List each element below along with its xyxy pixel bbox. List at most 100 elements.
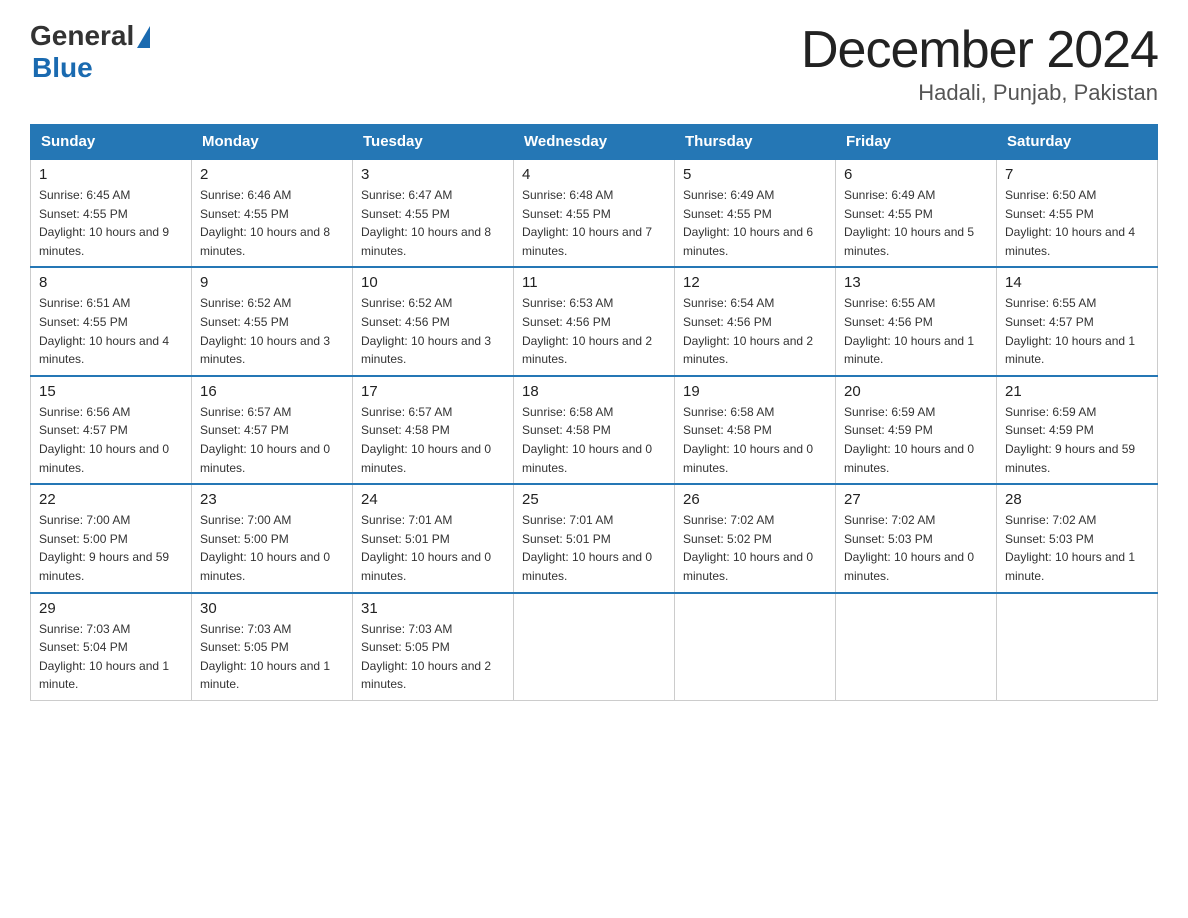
day-number: 5	[683, 166, 827, 183]
day-info: Sunrise: 7:00 AMSunset: 5:00 PMDaylight:…	[200, 513, 330, 583]
logo-triangle-icon	[137, 26, 150, 48]
week-row-3: 15 Sunrise: 6:56 AMSunset: 4:57 PMDaylig…	[31, 376, 1158, 484]
calendar-cell	[675, 593, 836, 701]
calendar-cell: 25 Sunrise: 7:01 AMSunset: 5:01 PMDaylig…	[514, 484, 675, 592]
day-info: Sunrise: 6:59 AMSunset: 4:59 PMDaylight:…	[844, 405, 974, 475]
day-info: Sunrise: 6:52 AMSunset: 4:56 PMDaylight:…	[361, 296, 491, 366]
calendar-cell: 28 Sunrise: 7:02 AMSunset: 5:03 PMDaylig…	[997, 484, 1158, 592]
calendar-cell: 24 Sunrise: 7:01 AMSunset: 5:01 PMDaylig…	[353, 484, 514, 592]
calendar-cell: 30 Sunrise: 7:03 AMSunset: 5:05 PMDaylig…	[192, 593, 353, 701]
day-info: Sunrise: 6:54 AMSunset: 4:56 PMDaylight:…	[683, 296, 813, 366]
day-info: Sunrise: 6:52 AMSunset: 4:55 PMDaylight:…	[200, 296, 330, 366]
day-info: Sunrise: 6:45 AMSunset: 4:55 PMDaylight:…	[39, 188, 169, 258]
logo-general-text: General	[30, 20, 134, 52]
day-info: Sunrise: 6:55 AMSunset: 4:56 PMDaylight:…	[844, 296, 974, 366]
calendar-cell: 4 Sunrise: 6:48 AMSunset: 4:55 PMDayligh…	[514, 159, 675, 267]
calendar-cell	[836, 593, 997, 701]
week-row-1: 1 Sunrise: 6:45 AMSunset: 4:55 PMDayligh…	[31, 159, 1158, 267]
day-info: Sunrise: 6:46 AMSunset: 4:55 PMDaylight:…	[200, 188, 330, 258]
week-row-4: 22 Sunrise: 7:00 AMSunset: 5:00 PMDaylig…	[31, 484, 1158, 592]
day-number: 27	[844, 491, 988, 508]
calendar-cell: 29 Sunrise: 7:03 AMSunset: 5:04 PMDaylig…	[31, 593, 192, 701]
title-block: December 2024 Hadali, Punjab, Pakistan	[801, 20, 1158, 106]
header-tuesday: Tuesday	[353, 125, 514, 160]
day-number: 26	[683, 491, 827, 508]
day-info: Sunrise: 6:47 AMSunset: 4:55 PMDaylight:…	[361, 188, 491, 258]
header-monday: Monday	[192, 125, 353, 160]
calendar-cell: 16 Sunrise: 6:57 AMSunset: 4:57 PMDaylig…	[192, 376, 353, 484]
day-info: Sunrise: 6:58 AMSunset: 4:58 PMDaylight:…	[683, 405, 813, 475]
day-number: 19	[683, 383, 827, 400]
calendar-cell	[514, 593, 675, 701]
day-info: Sunrise: 7:03 AMSunset: 5:04 PMDaylight:…	[39, 622, 169, 692]
day-info: Sunrise: 6:49 AMSunset: 4:55 PMDaylight:…	[683, 188, 813, 258]
calendar-cell: 12 Sunrise: 6:54 AMSunset: 4:56 PMDaylig…	[675, 267, 836, 375]
calendar-cell: 19 Sunrise: 6:58 AMSunset: 4:58 PMDaylig…	[675, 376, 836, 484]
calendar-cell: 22 Sunrise: 7:00 AMSunset: 5:00 PMDaylig…	[31, 484, 192, 592]
calendar-cell: 8 Sunrise: 6:51 AMSunset: 4:55 PMDayligh…	[31, 267, 192, 375]
day-number: 4	[522, 166, 666, 183]
week-row-5: 29 Sunrise: 7:03 AMSunset: 5:04 PMDaylig…	[31, 593, 1158, 701]
calendar-cell: 9 Sunrise: 6:52 AMSunset: 4:55 PMDayligh…	[192, 267, 353, 375]
day-info: Sunrise: 7:03 AMSunset: 5:05 PMDaylight:…	[361, 622, 491, 692]
calendar-cell: 21 Sunrise: 6:59 AMSunset: 4:59 PMDaylig…	[997, 376, 1158, 484]
day-number: 11	[522, 274, 666, 291]
day-number: 14	[1005, 274, 1149, 291]
day-number: 8	[39, 274, 183, 291]
header-saturday: Saturday	[997, 125, 1158, 160]
day-number: 17	[361, 383, 505, 400]
day-number: 30	[200, 600, 344, 617]
day-info: Sunrise: 7:02 AMSunset: 5:02 PMDaylight:…	[683, 513, 813, 583]
day-info: Sunrise: 7:01 AMSunset: 5:01 PMDaylight:…	[522, 513, 652, 583]
day-info: Sunrise: 7:00 AMSunset: 5:00 PMDaylight:…	[39, 513, 169, 583]
day-number: 2	[200, 166, 344, 183]
logo: General Blue	[30, 20, 150, 84]
week-row-2: 8 Sunrise: 6:51 AMSunset: 4:55 PMDayligh…	[31, 267, 1158, 375]
day-number: 21	[1005, 383, 1149, 400]
day-number: 12	[683, 274, 827, 291]
calendar-cell: 2 Sunrise: 6:46 AMSunset: 4:55 PMDayligh…	[192, 159, 353, 267]
calendar-cell: 18 Sunrise: 6:58 AMSunset: 4:58 PMDaylig…	[514, 376, 675, 484]
calendar-cell: 31 Sunrise: 7:03 AMSunset: 5:05 PMDaylig…	[353, 593, 514, 701]
day-number: 24	[361, 491, 505, 508]
calendar-cell: 13 Sunrise: 6:55 AMSunset: 4:56 PMDaylig…	[836, 267, 997, 375]
day-info: Sunrise: 6:57 AMSunset: 4:57 PMDaylight:…	[200, 405, 330, 475]
calendar-table: Sunday Monday Tuesday Wednesday Thursday…	[30, 124, 1158, 701]
day-number: 9	[200, 274, 344, 291]
day-number: 28	[1005, 491, 1149, 508]
day-info: Sunrise: 6:57 AMSunset: 4:58 PMDaylight:…	[361, 405, 491, 475]
calendar-cell: 17 Sunrise: 6:57 AMSunset: 4:58 PMDaylig…	[353, 376, 514, 484]
day-number: 31	[361, 600, 505, 617]
day-info: Sunrise: 6:55 AMSunset: 4:57 PMDaylight:…	[1005, 296, 1135, 366]
calendar-cell: 14 Sunrise: 6:55 AMSunset: 4:57 PMDaylig…	[997, 267, 1158, 375]
calendar-cell: 11 Sunrise: 6:53 AMSunset: 4:56 PMDaylig…	[514, 267, 675, 375]
weekday-header-row: Sunday Monday Tuesday Wednesday Thursday…	[31, 125, 1158, 160]
day-number: 16	[200, 383, 344, 400]
day-number: 13	[844, 274, 988, 291]
day-info: Sunrise: 6:50 AMSunset: 4:55 PMDaylight:…	[1005, 188, 1135, 258]
day-number: 18	[522, 383, 666, 400]
header-friday: Friday	[836, 125, 997, 160]
day-info: Sunrise: 7:02 AMSunset: 5:03 PMDaylight:…	[1005, 513, 1135, 583]
calendar-title: December 2024	[801, 20, 1158, 80]
calendar-cell: 10 Sunrise: 6:52 AMSunset: 4:56 PMDaylig…	[353, 267, 514, 375]
day-number: 20	[844, 383, 988, 400]
day-number: 7	[1005, 166, 1149, 183]
calendar-cell: 7 Sunrise: 6:50 AMSunset: 4:55 PMDayligh…	[997, 159, 1158, 267]
day-info: Sunrise: 6:48 AMSunset: 4:55 PMDaylight:…	[522, 188, 652, 258]
day-info: Sunrise: 6:53 AMSunset: 4:56 PMDaylight:…	[522, 296, 652, 366]
day-number: 6	[844, 166, 988, 183]
header-thursday: Thursday	[675, 125, 836, 160]
header-wednesday: Wednesday	[514, 125, 675, 160]
calendar-location: Hadali, Punjab, Pakistan	[801, 80, 1158, 106]
day-info: Sunrise: 6:51 AMSunset: 4:55 PMDaylight:…	[39, 296, 169, 366]
calendar-cell: 6 Sunrise: 6:49 AMSunset: 4:55 PMDayligh…	[836, 159, 997, 267]
calendar-cell: 23 Sunrise: 7:00 AMSunset: 5:00 PMDaylig…	[192, 484, 353, 592]
day-info: Sunrise: 7:03 AMSunset: 5:05 PMDaylight:…	[200, 622, 330, 692]
logo-blue-text: Blue	[32, 52, 93, 83]
calendar-cell: 15 Sunrise: 6:56 AMSunset: 4:57 PMDaylig…	[31, 376, 192, 484]
calendar-cell: 5 Sunrise: 6:49 AMSunset: 4:55 PMDayligh…	[675, 159, 836, 267]
day-info: Sunrise: 6:59 AMSunset: 4:59 PMDaylight:…	[1005, 405, 1135, 475]
day-number: 1	[39, 166, 183, 183]
day-number: 10	[361, 274, 505, 291]
